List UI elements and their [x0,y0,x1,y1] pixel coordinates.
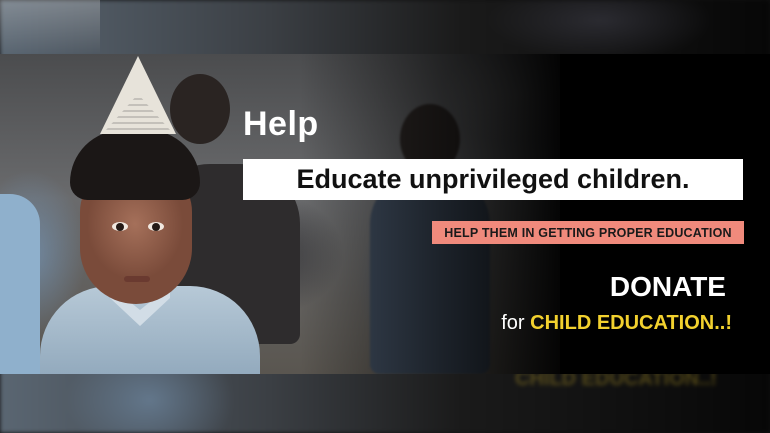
donate-title: DONATE [609,271,726,302]
right-eye [148,222,164,231]
donate-prefix: for [501,312,525,334]
stage: CHILD EDUCATION..! Help Educate unprivil… [0,0,770,433]
hair [70,130,200,200]
tagline-badge: HELP THEM IN GETTING PROPER EDUCATION [432,221,744,244]
mouth [124,276,150,282]
frame-glint [0,0,100,54]
donation-banner: Help Educate unprivileged children. HELP… [0,54,770,374]
subheadline-box: Educate unprivileged children. [243,159,743,200]
background-child-left [0,194,40,374]
child-education-highlight: CHILD EDUCATION..! [530,312,732,334]
donate-subtitle: for CHILD EDUCATION..! [501,312,732,335]
headline: Help [243,105,319,143]
boy-with-paper-hat [40,54,280,374]
left-eye [112,222,128,231]
